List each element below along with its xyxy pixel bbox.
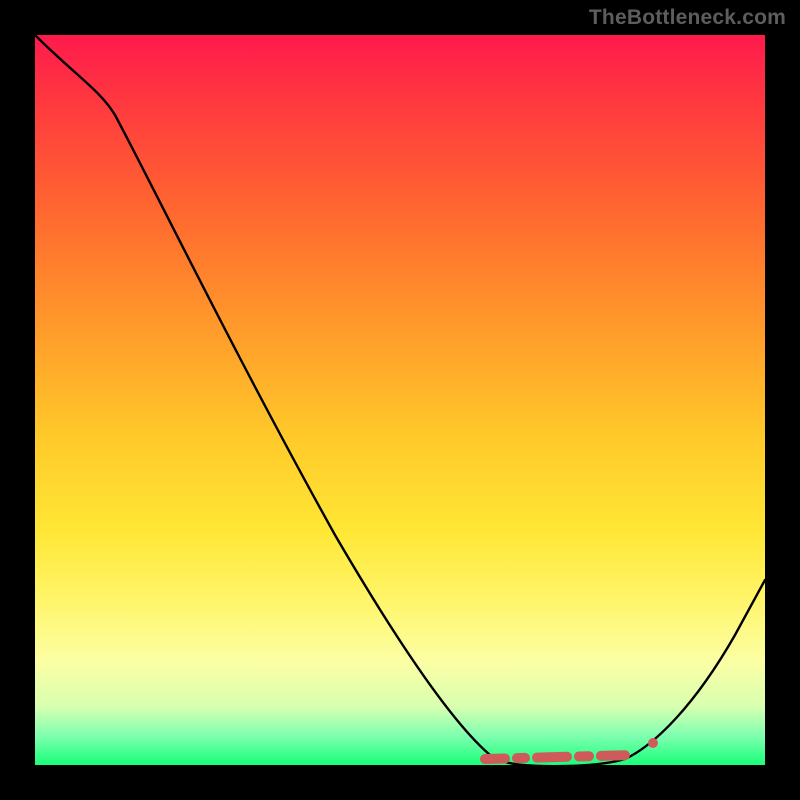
bottleneck-curve-line [35, 35, 765, 766]
watermark-text: TheBottleneck.com [589, 6, 786, 30]
bottleneck-curve-svg [35, 35, 765, 765]
marker-dot-right [648, 738, 658, 748]
plot-area [35, 35, 765, 765]
chart-frame: TheBottleneck.com [0, 0, 800, 800]
flat-region-marker [485, 755, 633, 759]
